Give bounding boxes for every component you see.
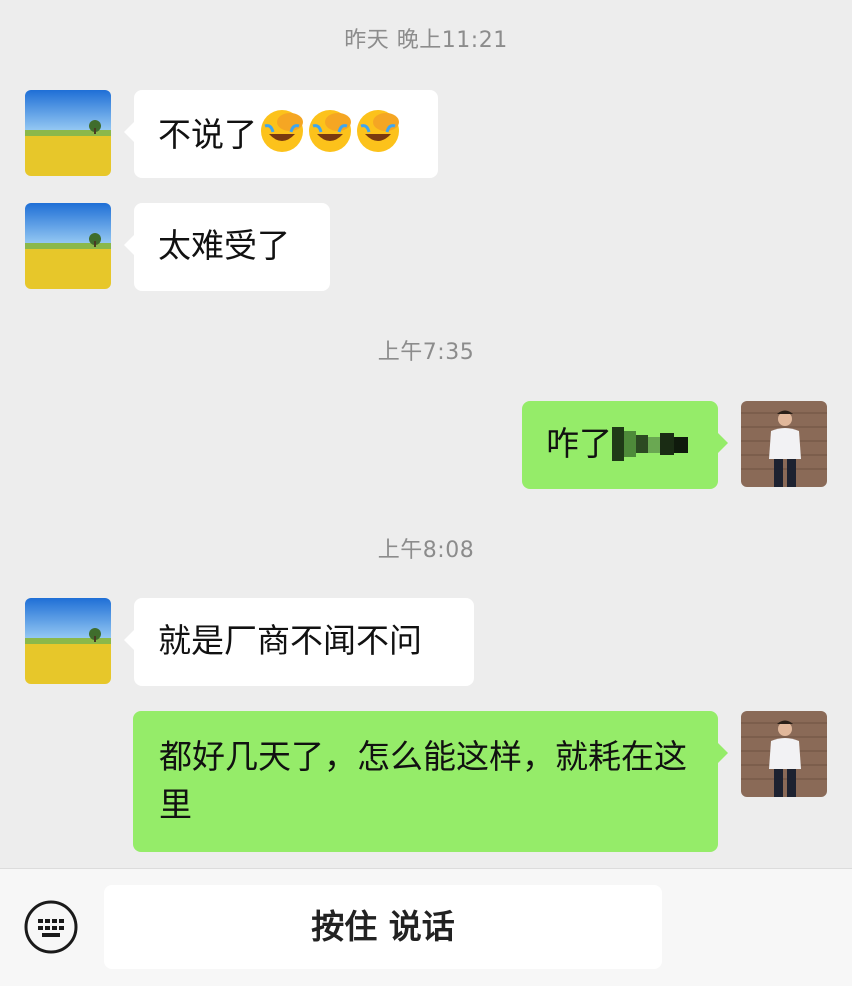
- contact-avatar[interactable]: [25, 203, 111, 289]
- message-bubble-incoming[interactable]: 就是厂商不闻不问: [124, 598, 474, 686]
- timestamp: 上午8:08: [377, 538, 475, 563]
- keyboard-icon[interactable]: [23, 899, 79, 955]
- face-palm-crying-emoji-icon: [259, 108, 305, 154]
- my-avatar[interactable]: [741, 711, 827, 797]
- timestamp: 上午7:35: [377, 340, 475, 365]
- redaction-mosaic: [612, 425, 688, 475]
- message-text: 就是厂商不闻不问: [158, 621, 422, 660]
- message-bubble-outgoing[interactable]: 咋了: [522, 401, 728, 489]
- my-avatar[interactable]: [741, 401, 827, 487]
- hold-to-talk-button[interactable]: 按住 说话: [104, 885, 662, 969]
- message-text: 不说了: [158, 115, 257, 154]
- face-palm-crying-emoji-icon: [355, 108, 401, 154]
- message-text: 都好几天了，怎么能这样，就耗在这里: [159, 737, 687, 824]
- message-text: 咋了: [546, 424, 612, 463]
- chat-area[interactable]: 昨天 晚上11:21 不说了 太难受了 上午7:35 咋了 上午8:08 就是厂…: [0, 0, 852, 868]
- message-bubble-incoming[interactable]: 不说了: [124, 90, 438, 178]
- face-palm-crying-emoji-icon: [307, 108, 353, 154]
- timestamp: 昨天 晚上11:21: [344, 28, 508, 53]
- message-text: 太难受了: [158, 226, 290, 265]
- input-bar: 按住 说话: [0, 868, 852, 986]
- message-bubble-outgoing[interactable]: 都好几天了，怎么能这样，就耗在这里: [133, 711, 728, 852]
- contact-avatar[interactable]: [25, 598, 111, 684]
- contact-avatar[interactable]: [25, 90, 111, 176]
- message-bubble-incoming[interactable]: 太难受了: [124, 203, 330, 291]
